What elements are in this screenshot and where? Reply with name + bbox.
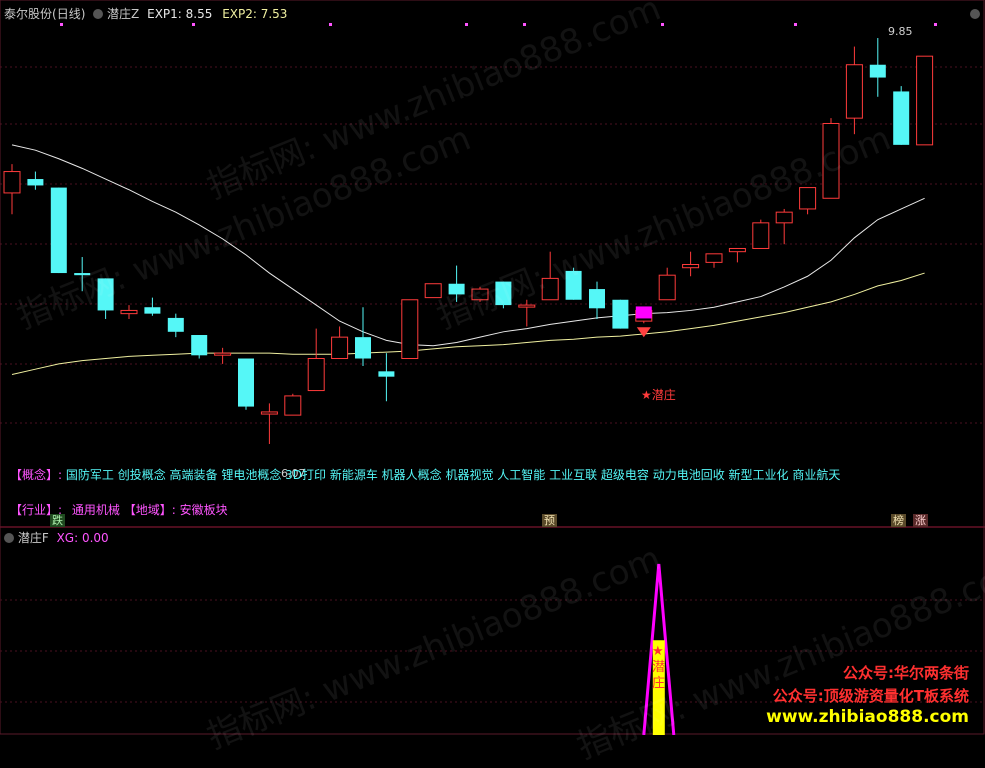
industry-value: 通用机械 xyxy=(71,503,120,517)
marker-dot xyxy=(465,23,468,26)
top-dots xyxy=(60,23,937,26)
signal-label: ★潜庄 xyxy=(641,388,676,402)
candle-body xyxy=(191,335,208,356)
candle-body xyxy=(50,187,67,274)
xg-value: XG: 0.00 xyxy=(56,531,109,545)
candle-body xyxy=(238,358,254,407)
marker-dot xyxy=(60,23,63,26)
sub-indicator-toggle-icon[interactable] xyxy=(4,533,14,543)
candle-body xyxy=(682,264,700,269)
event-tag-forecast[interactable]: 预 xyxy=(542,514,557,527)
marker-dot xyxy=(523,23,526,26)
candle-body xyxy=(144,307,161,314)
candle-body xyxy=(705,253,723,263)
candle-body xyxy=(284,395,302,416)
candle-body xyxy=(355,337,371,359)
candle-body xyxy=(775,211,793,224)
candle-body xyxy=(307,358,325,392)
sub-signal-label: ★潜庄 xyxy=(652,644,666,691)
sub-header: 潜庄F XG: 0.00 xyxy=(4,531,109,545)
indicator-name[interactable]: 潜庄Z xyxy=(107,7,139,21)
period-label: (日线) xyxy=(52,7,86,21)
candle-body xyxy=(401,299,419,360)
candle-body xyxy=(27,179,44,186)
event-tag-rise[interactable]: 涨 xyxy=(913,514,928,527)
candle-body xyxy=(260,411,278,415)
industry-row: 【行业】: 通用机械 【地域】: 安徽板块 xyxy=(10,502,228,518)
candle-body xyxy=(167,317,184,332)
exp2-value: EXP2: 7.53 xyxy=(222,7,288,21)
candle-body xyxy=(120,309,138,315)
candle-body xyxy=(378,371,395,377)
main-header: 泰尔股份(日线) 潜庄Z EXP1: 8.55 EXP2: 7.53 xyxy=(4,7,287,21)
region-value: 安徽板块 xyxy=(179,503,228,517)
candle-body xyxy=(612,299,629,329)
candle-body xyxy=(658,274,676,301)
exp1-value: EXP1: 8.55 xyxy=(147,7,213,21)
promo-line-1: 公众号:华尔两条街 xyxy=(843,664,969,682)
candle-body xyxy=(589,289,605,309)
indicator-toggle-icon[interactable] xyxy=(93,9,104,19)
signal-candle xyxy=(635,306,652,319)
candle-body xyxy=(893,91,910,145)
sub-indicator-name[interactable]: 潜庄F xyxy=(18,531,49,545)
candle-body xyxy=(3,171,21,194)
concept-label: 【概念】: xyxy=(10,468,63,482)
concept-text: 国防军工 创投概念 高端装备 锂电池概念 3D打印 新能源车 机器人概念 机器视… xyxy=(65,468,841,482)
event-tag-ranking[interactable]: 榜 xyxy=(891,514,906,527)
marker-dot xyxy=(192,23,195,26)
candle-body xyxy=(331,336,349,360)
marker-dot xyxy=(934,23,937,26)
stock-name: 泰尔股份 xyxy=(4,7,53,21)
candle-body xyxy=(214,352,232,356)
panel-close-icon[interactable] xyxy=(970,9,980,19)
candle-body xyxy=(916,55,934,146)
marker-dot xyxy=(794,23,797,26)
high-price-label: 9.85 xyxy=(888,25,913,38)
event-tag-down[interactable]: 跌 xyxy=(50,514,65,527)
candle-body xyxy=(869,64,886,78)
region-label: 【地域】: xyxy=(123,503,176,517)
marker-dot xyxy=(329,23,332,26)
promo-line-2: 公众号:顶级游资量化T板系统 xyxy=(772,687,969,705)
promo-line-3: www.zhibiao888.com xyxy=(766,707,969,727)
concept-row: 【概念】: 国防军工 创投概念 高端装备 锂电池概念 3D打印 新能源车 机器人… xyxy=(10,467,840,483)
candle-body xyxy=(752,222,770,249)
signal-gem-icon xyxy=(636,327,651,338)
candle-body xyxy=(845,64,863,119)
candle-body xyxy=(728,247,746,253)
